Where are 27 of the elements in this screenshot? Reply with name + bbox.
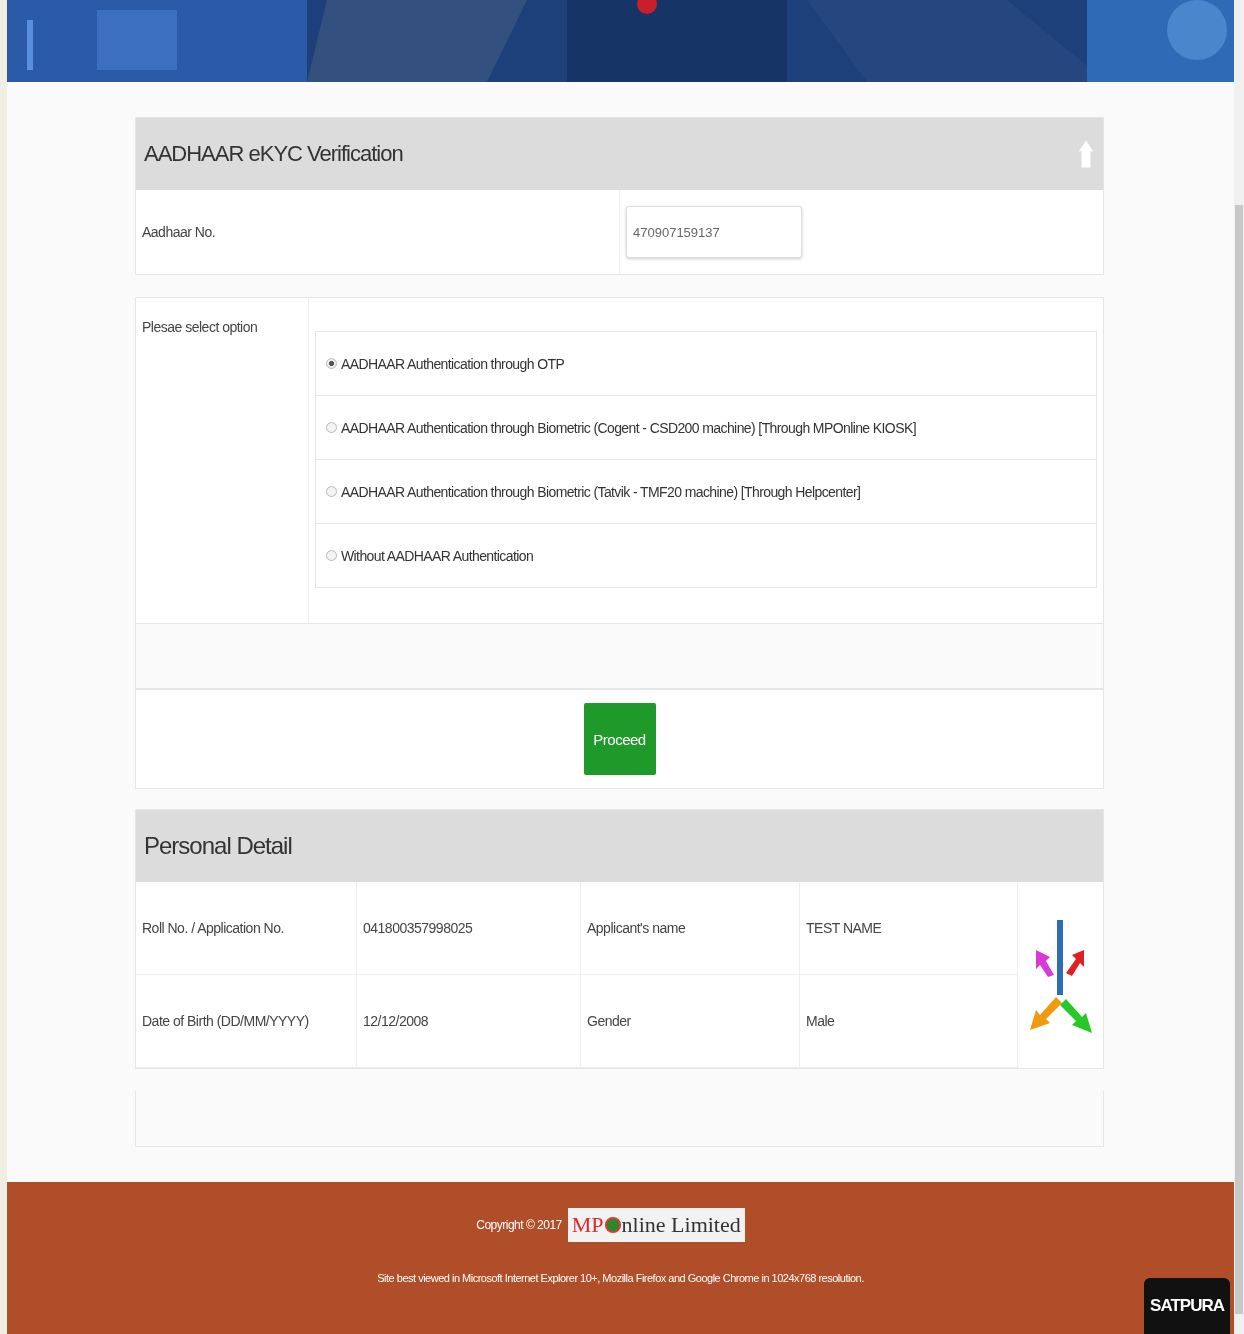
radio-button[interactable] xyxy=(326,550,337,561)
copyright-text: Copyright © 2017 xyxy=(476,1218,562,1232)
table-cell: TEST NAME xyxy=(806,920,882,936)
option-row[interactable]: AADHAAR Authentication through Biometric (Cogent - CSD200 machine) [Through MPOnline KIOSK] xyxy=(315,396,1097,460)
scrollbar-thumb[interactable] xyxy=(1235,205,1243,1314)
table-cell: Male xyxy=(806,1013,835,1029)
option-row[interactable]: AADHAAR Authentication through OTP xyxy=(315,331,1097,396)
table-cell: Roll No. / Application No. xyxy=(142,920,284,936)
radio-button[interactable] xyxy=(326,486,337,497)
radio-button[interactable] xyxy=(326,358,337,369)
table-cell: 12/12/2008 xyxy=(363,1013,429,1029)
company-logo: MP nline Limited xyxy=(567,1208,745,1242)
option-row[interactable]: AADHAAR Authentication through Biometric (Tatvik - TMF20 machine) [Through Helpcenter] xyxy=(315,460,1097,524)
section-title: AADHAAR eKYC Verification xyxy=(144,141,403,167)
field-label: Aadhaar No. xyxy=(142,224,216,240)
table-cell: Gender xyxy=(587,1013,631,1029)
proceed-button[interactable]: Proceed xyxy=(583,703,656,775)
field-label: Plesae select option xyxy=(142,319,258,335)
table-cell: Date of Birth (DD/MM/YYYY) xyxy=(142,1013,309,1029)
browser-note: Site best viewed in Microsoft Internet Explorer 10+, Mozilla Firefox and Google Chrome in 1024x768 resolution. xyxy=(377,1272,864,1284)
satpura-badge: SATPURA xyxy=(1144,1278,1230,1334)
option-row[interactable]: Without AADHAAR Authentication xyxy=(315,524,1097,588)
radio-button[interactable] xyxy=(326,422,337,433)
aadhaar-input-field[interactable]: 470907159137 xyxy=(626,206,802,258)
section-title: Personal Detail xyxy=(144,832,292,860)
table-cell: Applicant's name xyxy=(587,920,686,936)
table-cell: 041800357998025 xyxy=(363,920,473,936)
